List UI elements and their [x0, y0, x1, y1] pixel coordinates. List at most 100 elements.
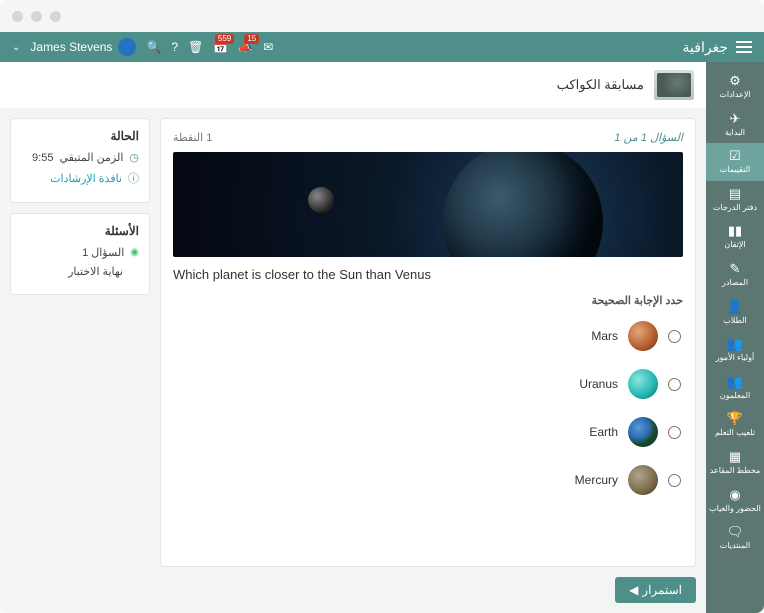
question-counter: السؤال 1 من 1 — [614, 131, 683, 144]
sidebar-icon: 👥 — [727, 375, 743, 388]
question-nav-1[interactable]: ◉ السؤال 1 — [21, 246, 139, 259]
sidebar-icon: ▤ — [729, 187, 741, 200]
sidebar-label: مخطط المقاعد — [710, 466, 761, 476]
sidebar-label: دفتر الدرجات — [713, 203, 757, 213]
planet-small — [308, 187, 334, 213]
page-header: مسابقة الكواكب — [0, 62, 706, 108]
sidebar-icon: ✈ — [730, 112, 741, 125]
sidebar-label: الإتقان — [724, 240, 745, 250]
sidebar-label: البداية — [725, 128, 745, 138]
dot — [12, 11, 23, 22]
option-label: Mars — [591, 329, 618, 343]
menu-icon[interactable] — [736, 41, 752, 53]
sidebar-item-4[interactable]: ▮▮الإتقان — [706, 218, 764, 256]
main: مسابقة الكواكب السؤال 1 من 1 1 النقطة Wh… — [0, 62, 706, 613]
planet-large — [443, 152, 603, 257]
question-card: السؤال 1 من 1 1 النقطة Which planet is c… — [160, 118, 696, 567]
q1-label: السؤال 1 — [82, 246, 124, 259]
time-row: ◷ الزمن المتبقي 9:55 — [21, 151, 139, 164]
sidebar-item-10[interactable]: ▦ مخطط المقاعد — [706, 444, 764, 482]
option-3[interactable]: Mercury — [173, 461, 683, 499]
option-label: Mercury — [575, 473, 618, 487]
question-image — [173, 152, 683, 257]
footer: استمرار ◀ — [160, 577, 696, 603]
option-radio[interactable] — [668, 426, 681, 439]
option-radio[interactable] — [668, 330, 681, 343]
question-text: Which planet is closer to the Sun than V… — [173, 267, 683, 282]
topbar-icons: ⌄ 👤 James Stevens 🔍 ? 🗑 📅559 📣15 ✉ — [12, 38, 273, 56]
sidebar-item-6[interactable]: 👤الطلاب — [706, 294, 764, 332]
instructions-link: نافذة الإرشادات — [50, 172, 122, 185]
sidebar-icon: 🗨 — [727, 525, 744, 538]
sidebar-item-8[interactable]: 👥 المعلمون — [706, 369, 764, 407]
sidebar-item-0[interactable]: ⚙الإعدادات — [706, 68, 764, 106]
sidebar-icon: ☑ — [729, 149, 741, 162]
sidebar-icon: 👤 — [727, 300, 743, 313]
question-head: السؤال 1 من 1 1 النقطة — [173, 131, 683, 144]
option-radio[interactable] — [668, 474, 681, 487]
bell-icon[interactable]: 📣15 — [238, 40, 253, 54]
planet-icon-mercury — [628, 465, 658, 495]
clock-icon: ◷ — [129, 151, 139, 164]
dot — [50, 11, 61, 22]
sidebar-item-9[interactable]: 🏆تلعيب التعلم — [706, 406, 764, 444]
option-label: Earth — [589, 425, 618, 439]
option-1[interactable]: Uranus — [173, 365, 683, 403]
planet-icon-mars — [628, 321, 658, 351]
window: جغرافية ⌄ 👤 James Stevens 🔍 ? 🗑 📅559 📣15… — [0, 0, 764, 613]
brand: جغرافية — [683, 39, 752, 56]
planet-icon-earth — [628, 417, 658, 447]
continue-label: استمرار — [642, 583, 682, 597]
arrow-left-icon: ◀ — [629, 583, 638, 597]
sidebar-item-11[interactable]: ◉الحضور والغياب — [706, 482, 764, 520]
dot — [31, 11, 42, 22]
course-thumb — [654, 70, 694, 100]
sidebar-item-5[interactable]: ✎ المصادر — [706, 256, 764, 294]
bell-badge: 15 — [244, 34, 259, 44]
sidebar-item-3[interactable]: ▤ دفتر الدرجات — [706, 181, 764, 219]
avatar-icon: 👤 — [118, 38, 136, 56]
help-icon[interactable]: ? — [171, 40, 178, 54]
search-icon[interactable]: 🔍 — [146, 40, 161, 54]
course-name: جغرافية — [683, 39, 728, 56]
questions-card: الأسئلة ◉ السؤال 1 نهاية الاختبار — [10, 213, 150, 295]
sidebar-item-2[interactable]: ☑ التقييمات — [706, 143, 764, 181]
instructions-row[interactable]: ⓘ نافذة الإرشادات — [21, 170, 139, 186]
sidebar-label: المصادر — [722, 278, 748, 288]
planet-icon-uranus — [628, 369, 658, 399]
sidebar: ⚙الإعدادات ✈ البداية ☑ التقييمات ▤ دفتر الدرجا… — [706, 62, 764, 613]
chevron-down-icon[interactable]: ⌄ — [12, 42, 20, 53]
user-menu[interactable]: 👤 James Stevens — [30, 38, 136, 56]
sidebar-label: التقييمات — [720, 165, 751, 175]
sidebar-icon: 👥 — [727, 337, 743, 350]
sidebar-icon: ▦ — [729, 450, 741, 463]
continue-button[interactable]: استمرار ◀ — [615, 577, 696, 603]
question-area: السؤال 1 من 1 1 النقطة Which planet is c… — [160, 118, 696, 603]
content: ⚙الإعدادات ✈ البداية ☑ التقييمات ▤ دفتر الدرجا… — [0, 62, 764, 613]
user-name: James Stevens — [30, 40, 112, 54]
trash-icon[interactable]: 🗑 — [188, 40, 203, 54]
sidebar-label: المعلمون — [720, 391, 750, 401]
option-radio[interactable] — [668, 378, 681, 391]
option-2[interactable]: Earth — [173, 413, 683, 451]
info-icon: ⓘ — [128, 170, 139, 186]
time-value: 9:55 — [32, 152, 53, 164]
question-nav-end[interactable]: نهاية الاختبار — [21, 265, 139, 278]
current-icon: ◉ — [130, 247, 139, 258]
right-rail: الحالة ◷ الزمن المتبقي 9:55 ⓘ نافذة الإر… — [10, 118, 150, 603]
option-label: Uranus — [579, 377, 618, 391]
sidebar-label: تلعيب التعلم — [715, 428, 755, 438]
option-0[interactable]: Mars — [173, 317, 683, 355]
inbox-icon[interactable]: ✉ — [263, 40, 273, 54]
sidebar-icon: ⚙ — [729, 74, 741, 87]
sidebar-item-7[interactable]: 👥أولياء الأمور — [706, 331, 764, 369]
sidebar-label: المنتديات — [720, 541, 751, 551]
sidebar-icon: ✎ — [730, 262, 741, 275]
question-points: 1 النقطة — [173, 131, 212, 144]
sidebar-item-1[interactable]: ✈ البداية — [706, 106, 764, 144]
page-title: مسابقة الكواكب — [557, 77, 644, 93]
window-dots — [12, 11, 61, 22]
status-card: الحالة ◷ الزمن المتبقي 9:55 ⓘ نافذة الإر… — [10, 118, 150, 203]
calendar-icon[interactable]: 📅559 — [213, 40, 228, 54]
sidebar-item-12[interactable]: 🗨 المنتديات — [706, 519, 764, 557]
